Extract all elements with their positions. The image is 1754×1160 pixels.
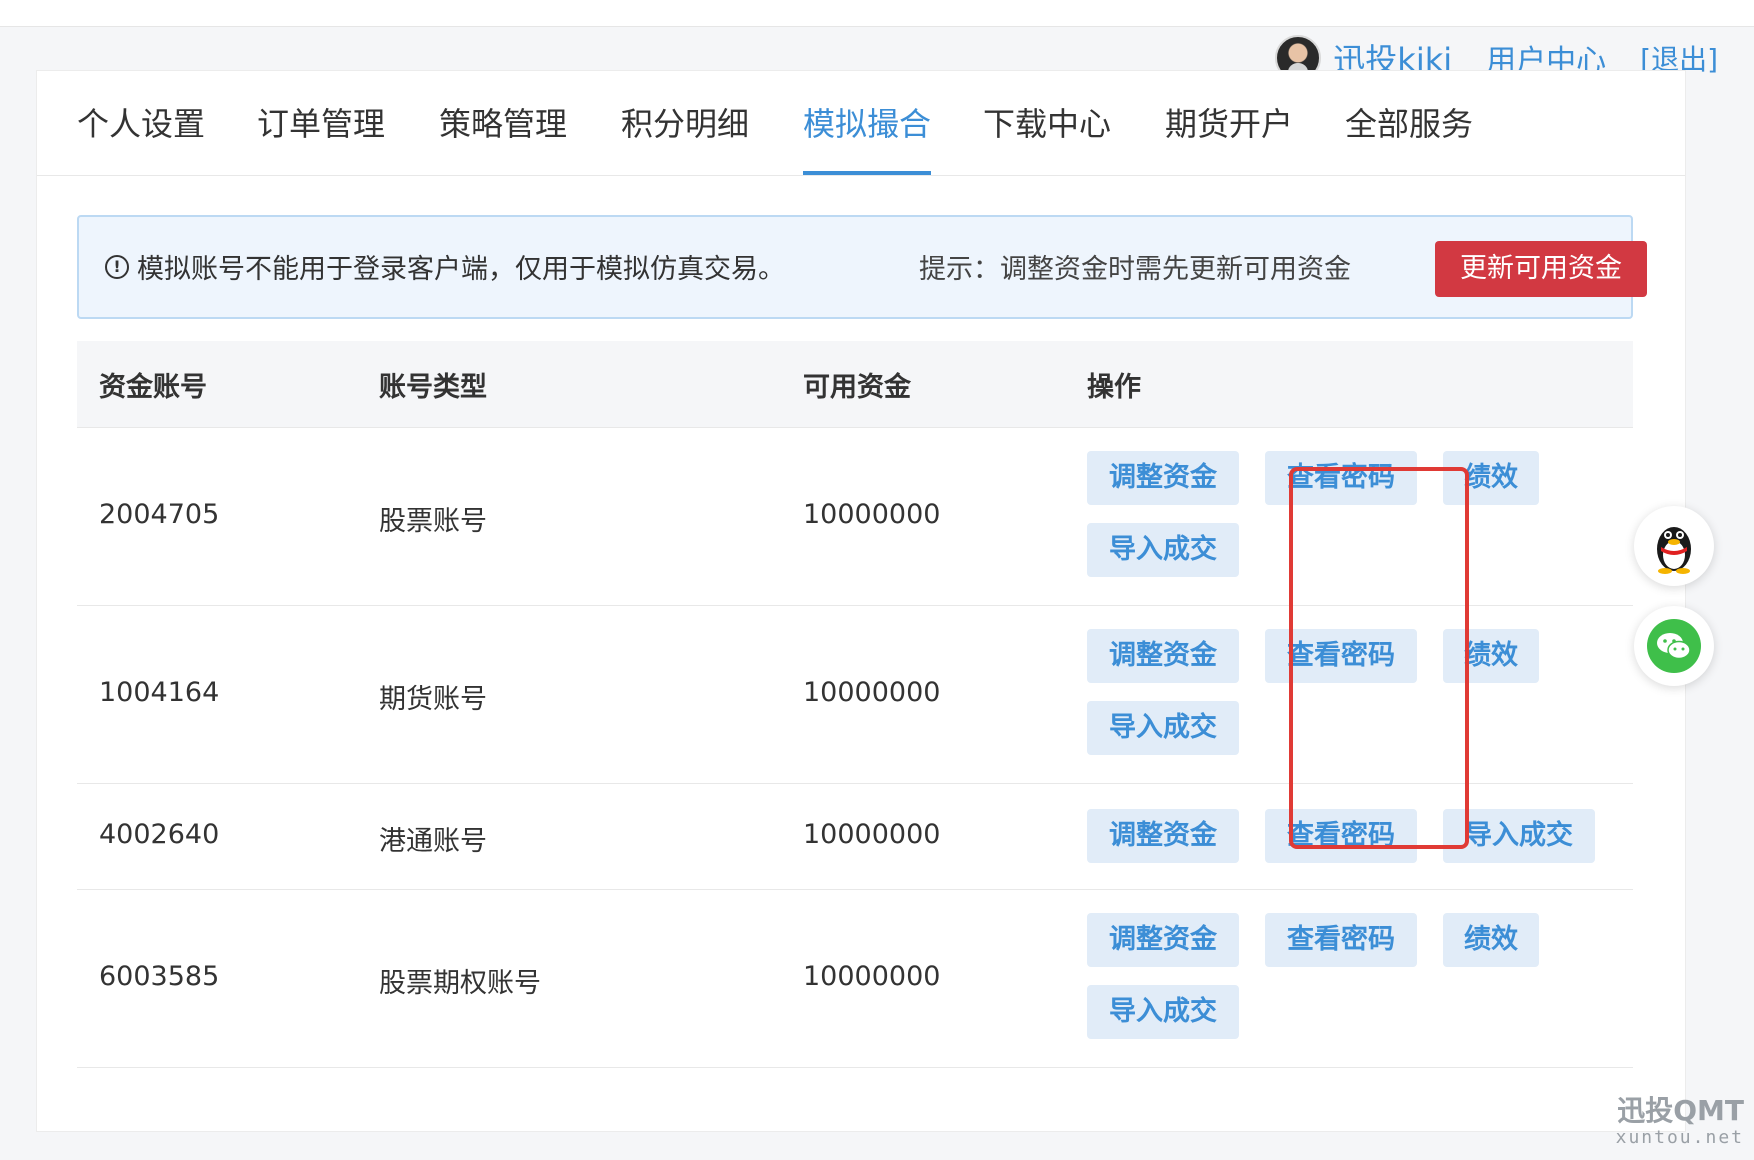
tab-order-management[interactable]: 订单管理 [257,99,385,175]
adjust-funds-button[interactable]: 调整资金 [1087,629,1239,683]
tab-points-detail[interactable]: 积分明细 [621,99,749,175]
notice-message: 模拟账号不能用于登录客户端，仅用于模拟仿真交易。 [137,254,785,285]
account-number: 1004164 [99,677,220,708]
tab-personal-settings[interactable]: 个人设置 [77,99,205,175]
wechat-icon[interactable] [1634,606,1714,686]
import-trades-button[interactable]: 导入成交 [1087,985,1239,1039]
adjust-funds-button[interactable]: 调整资金 [1087,913,1239,967]
view-password-button[interactable]: 查看密码 [1265,913,1417,967]
table-row: 6003585 股票期权账号 10000000 调整资金 查看密码 绩效 导入成… [77,889,1633,1068]
tab-strategy-management[interactable]: 策略管理 [439,99,567,175]
main-panel: 个人设置 订单管理 策略管理 积分明细 模拟撮合 下载中心 期货开户 全部服务 … [36,70,1686,1132]
account-type: 期货账号 [379,684,487,715]
available-funds: 10000000 [803,677,941,708]
column-account: 资金账号 [99,372,207,403]
watermark: 迅投QMT xuntou.net [1615,1094,1744,1149]
qq-penguin-icon[interactable] [1634,506,1714,586]
account-number: 4002640 [99,819,220,850]
column-available-funds: 可用资金 [803,372,911,403]
tab-all-services[interactable]: 全部服务 [1345,99,1473,175]
nav-tabs: 个人设置 订单管理 策略管理 积分明细 模拟撮合 下载中心 期货开户 全部服务 [37,71,1685,176]
adjust-funds-button[interactable]: 调整资金 [1087,451,1239,505]
watermark-title: 迅投QMT [1617,1094,1744,1127]
account-number: 6003585 [99,961,220,992]
tab-futures-account[interactable]: 期货开户 [1165,99,1293,175]
available-funds: 10000000 [803,819,941,850]
notice-message-wrap: ! 模拟账号不能用于登录客户端，仅用于模拟仿真交易。 [105,247,785,286]
update-funds-button[interactable]: 更新可用资金 [1435,241,1647,297]
account-type: 港通账号 [379,826,487,857]
notice-banner: ! 模拟账号不能用于登录客户端，仅用于模拟仿真交易。 提示：调整资金时需先更新可… [77,215,1647,319]
column-actions: 操作 [1087,372,1141,403]
account-type: 股票期权账号 [379,968,541,999]
performance-button[interactable]: 绩效 [1443,913,1539,967]
tab-simulated-matching[interactable]: 模拟撮合 [803,99,932,175]
notice-hint: 提示：调整资金时需先更新可用资金 [919,254,1351,285]
import-trades-button[interactable]: 导入成交 [1087,523,1239,577]
import-trades-button[interactable]: 导入成交 [1087,701,1239,755]
account-type: 股票账号 [379,506,487,537]
watermark-subtitle: xuntou.net [1615,1127,1744,1148]
table-header: 资金账号 账号类型 可用资金 操作 [77,341,1633,428]
available-funds: 10000000 [803,499,941,530]
info-icon: ! [105,254,129,279]
adjust-funds-button[interactable]: 调整资金 [1087,809,1239,863]
column-account-type: 账号类型 [379,372,487,403]
account-number: 2004705 [99,499,220,530]
tab-download-center[interactable]: 下载中心 [983,99,1111,175]
available-funds: 10000000 [803,961,941,992]
highlight-annotation-box [1289,467,1469,849]
top-strip [0,0,1754,27]
